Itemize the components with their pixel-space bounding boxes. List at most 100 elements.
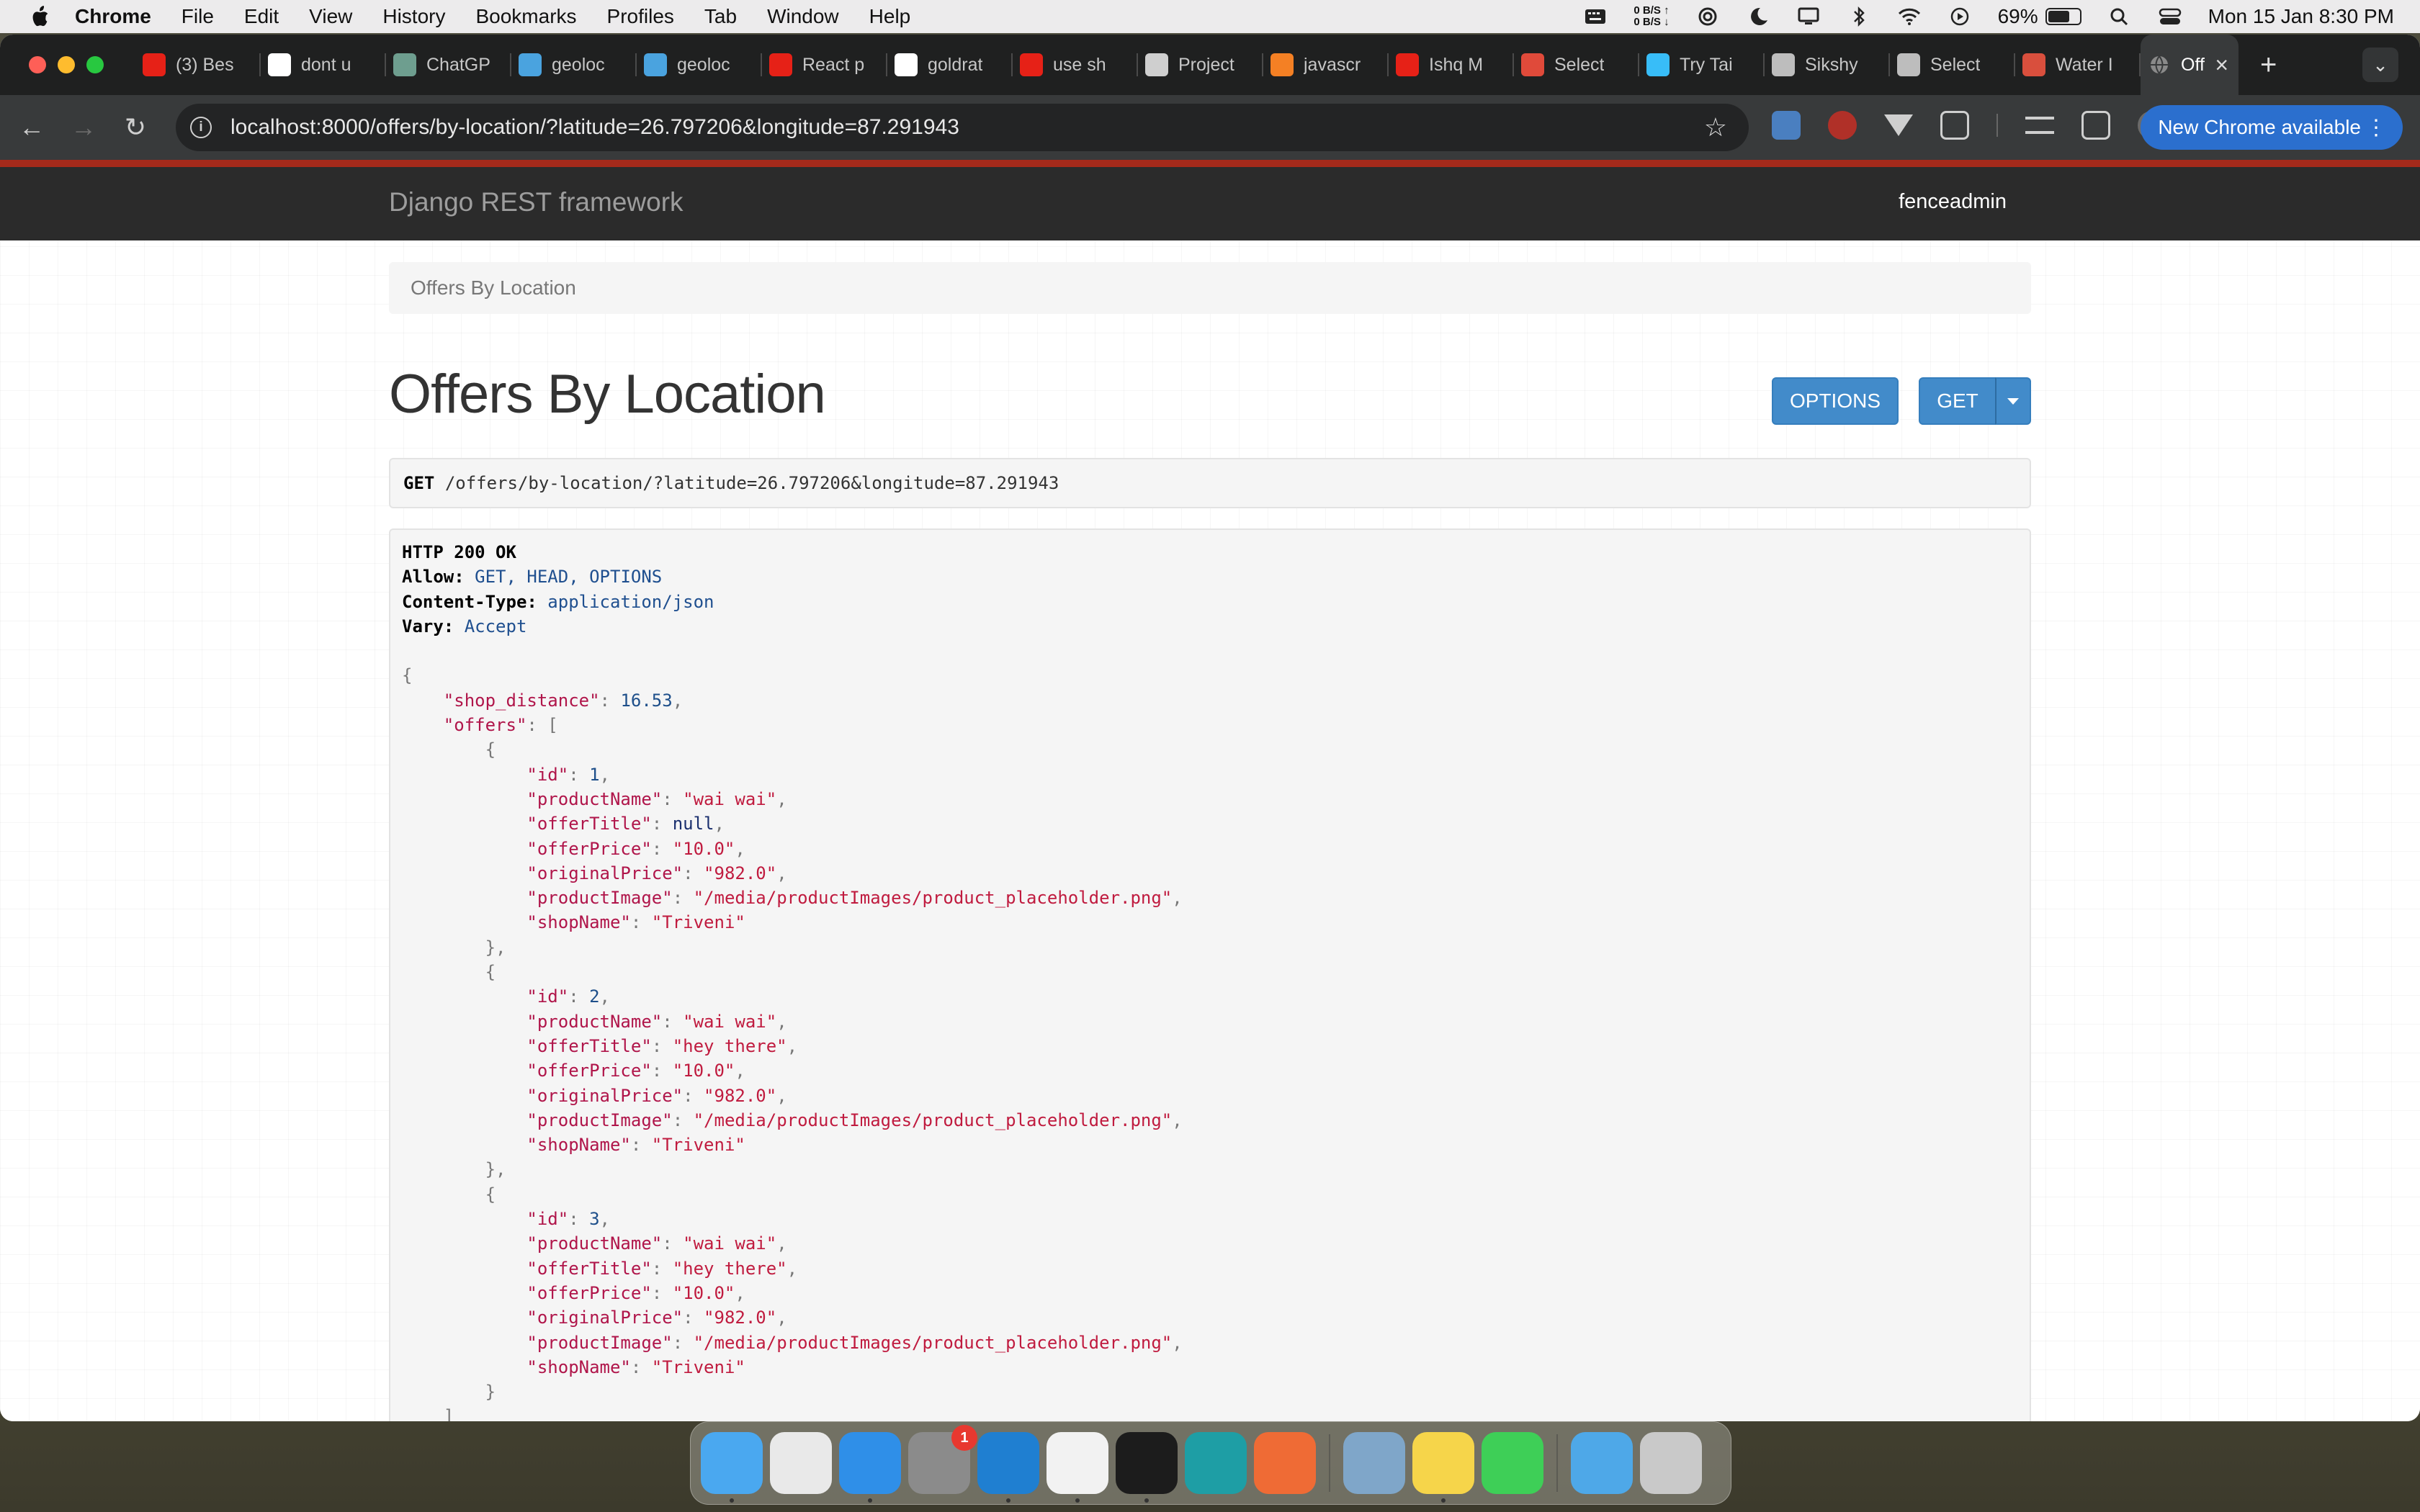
terminal-icon[interactable] [1116, 1432, 1178, 1503]
browser-toolbar: ← → ↻ i localhost:8000/offers/by-locatio… [0, 95, 2420, 160]
tab-3[interactable]: geoloc [511, 35, 637, 95]
menu-help[interactable]: Help [869, 5, 911, 28]
network-speed[interactable]: 0 B/S ↑ 0 B/S ↓ [1634, 5, 1669, 28]
messages-icon[interactable] [1482, 1432, 1543, 1494]
chrome-icon[interactable] [1047, 1432, 1108, 1503]
close-window-button[interactable] [29, 56, 46, 73]
vscode-icon[interactable] [977, 1432, 1039, 1503]
menu-bookmarks[interactable]: Bookmarks [475, 5, 576, 28]
folder-icon[interactable] [1571, 1432, 1633, 1494]
menu-profiles[interactable]: Profiles [607, 5, 674, 28]
tab-title: Select [1554, 54, 1605, 75]
tab-5[interactable]: React p [762, 35, 887, 95]
system-settings-icon[interactable]: 1 [908, 1425, 977, 1494]
apple-icon[interactable] [29, 5, 50, 28]
menu-history[interactable]: History [382, 5, 445, 28]
menu-window[interactable]: Window [767, 5, 839, 28]
preview-icon[interactable] [1343, 1432, 1405, 1494]
menu-file[interactable]: File [182, 5, 214, 28]
options-button[interactable]: OPTIONS [1772, 377, 1899, 425]
keyboard-icon[interactable] [1583, 6, 1608, 27]
finder-icon[interactable] [701, 1432, 763, 1503]
get-button[interactable]: GET [1919, 377, 1996, 425]
json-line: "productName": "wai wai", [526, 1011, 787, 1032]
menu-view[interactable]: View [309, 5, 352, 28]
running-indicator [1441, 1498, 1446, 1503]
tab-7[interactable]: use sh [1013, 35, 1138, 95]
tab-2[interactable]: ChatGP [386, 35, 511, 95]
wifi-icon[interactable] [1897, 6, 1922, 27]
vue-devtools-icon[interactable] [1884, 114, 1913, 136]
youtube-icon [143, 53, 166, 76]
running-indicator [1075, 1498, 1080, 1503]
tab-title: Try Tai [1680, 54, 1733, 75]
tab-search-chevron-icon[interactable]: ⌄ [2362, 48, 2398, 82]
menu-app-name[interactable]: Chrome [75, 5, 151, 28]
chrome-update-button[interactable]: New Chrome available ⋮ [2141, 105, 2403, 150]
tab-13[interactable]: Sikshy [1765, 35, 1890, 95]
tab-10[interactable]: Ishq M [1389, 35, 1514, 95]
extension-icons [1772, 111, 2166, 140]
tab-title: Off [2181, 54, 2205, 75]
arduino-icon[interactable] [1185, 1432, 1247, 1494]
tab-14[interactable]: Select [1890, 35, 2015, 95]
red-extension-icon[interactable] [1828, 111, 1857, 140]
response-info: HTTP 200 OK Allow: GET, HEAD, OPTIONS Cont… [389, 528, 2031, 1421]
toolbar-divider [1996, 114, 1998, 137]
tab-12[interactable]: Try Tai [1639, 35, 1765, 95]
battery-percent: 69% [1997, 5, 2038, 27]
github-icon [895, 53, 918, 76]
tab-11[interactable]: Select [1514, 35, 1639, 95]
safari-icon[interactable] [839, 1432, 901, 1503]
launchpad-icon[interactable] [770, 1432, 832, 1494]
postman-icon[interactable] [1254, 1432, 1316, 1494]
page-title: Offers By Location [389, 364, 826, 425]
notes-icon[interactable] [1412, 1432, 1474, 1503]
get-format-dropdown[interactable] [1995, 377, 2031, 425]
drf-brand[interactable]: Django REST framework [389, 187, 684, 217]
kebab-menu-icon[interactable]: ⋮ [2365, 115, 2387, 140]
json-line: "id": 1, [526, 764, 610, 785]
clock[interactable]: Mon 15 Jan 8:30 PM [2208, 5, 2394, 28]
zoom-window-button[interactable] [86, 56, 104, 73]
tab-active[interactable]: Off × [2141, 35, 2238, 95]
menu-edit[interactable]: Edit [244, 5, 279, 28]
tab-8[interactable]: Project [1138, 35, 1263, 95]
tab-0[interactable]: (3) Bes [135, 35, 261, 95]
reading-list-icon[interactable] [2025, 117, 2054, 134]
back-arrow-icon[interactable]: ← [6, 112, 58, 143]
tab-6[interactable]: goldrat [887, 35, 1013, 95]
control-center-icon[interactable] [2158, 6, 2182, 27]
trash-icon[interactable] [1640, 1432, 1702, 1494]
menu-tab[interactable]: Tab [704, 5, 737, 28]
site-info-icon[interactable]: i [190, 117, 212, 138]
tab-4[interactable]: geoloc [637, 35, 762, 95]
moon-icon[interactable] [1746, 6, 1770, 27]
breadcrumb-item[interactable]: Offers By Location [411, 276, 576, 300]
spotlight-search-icon[interactable] [2107, 6, 2132, 27]
bluetooth-icon[interactable] [1847, 6, 1871, 27]
forward-arrow-icon[interactable]: → [58, 112, 109, 143]
battery-status[interactable]: 69% [1998, 5, 2081, 28]
extensions-puzzle-icon[interactable] [1940, 111, 1969, 140]
json-line: "offerPrice": "10.0", [526, 1061, 745, 1081]
user-menu[interactable]: fenceadmin [1899, 190, 2007, 214]
tab-title: Project [1178, 54, 1234, 75]
chrome-window: (3) Bes dont u ChatGP geoloc geoloc React p go… [0, 35, 2420, 1421]
play-icon[interactable] [1948, 6, 1972, 27]
new-tab-button[interactable]: + [2260, 49, 2277, 81]
address-bar[interactable]: i localhost:8000/offers/by-location/?lat… [176, 104, 1749, 151]
side-panel-icon[interactable] [2081, 111, 2110, 140]
close-tab-icon[interactable]: × [2215, 52, 2228, 78]
url-text[interactable]: localhost:8000/offers/by-location/?latit… [230, 115, 959, 140]
tab-9[interactable]: javascr [1263, 35, 1389, 95]
spiral-icon[interactable] [1695, 6, 1720, 27]
display-icon[interactable] [1796, 6, 1821, 27]
reload-icon[interactable]: ↻ [109, 112, 161, 143]
tab-1[interactable]: dont u [261, 35, 386, 95]
tab-15[interactable]: Water I [2015, 35, 2141, 95]
minimize-window-button[interactable] [58, 56, 75, 73]
dock-separator [1329, 1434, 1330, 1492]
translate-extension-icon[interactable] [1772, 111, 1801, 140]
bookmark-star-icon[interactable]: ☆ [1704, 112, 1727, 143]
